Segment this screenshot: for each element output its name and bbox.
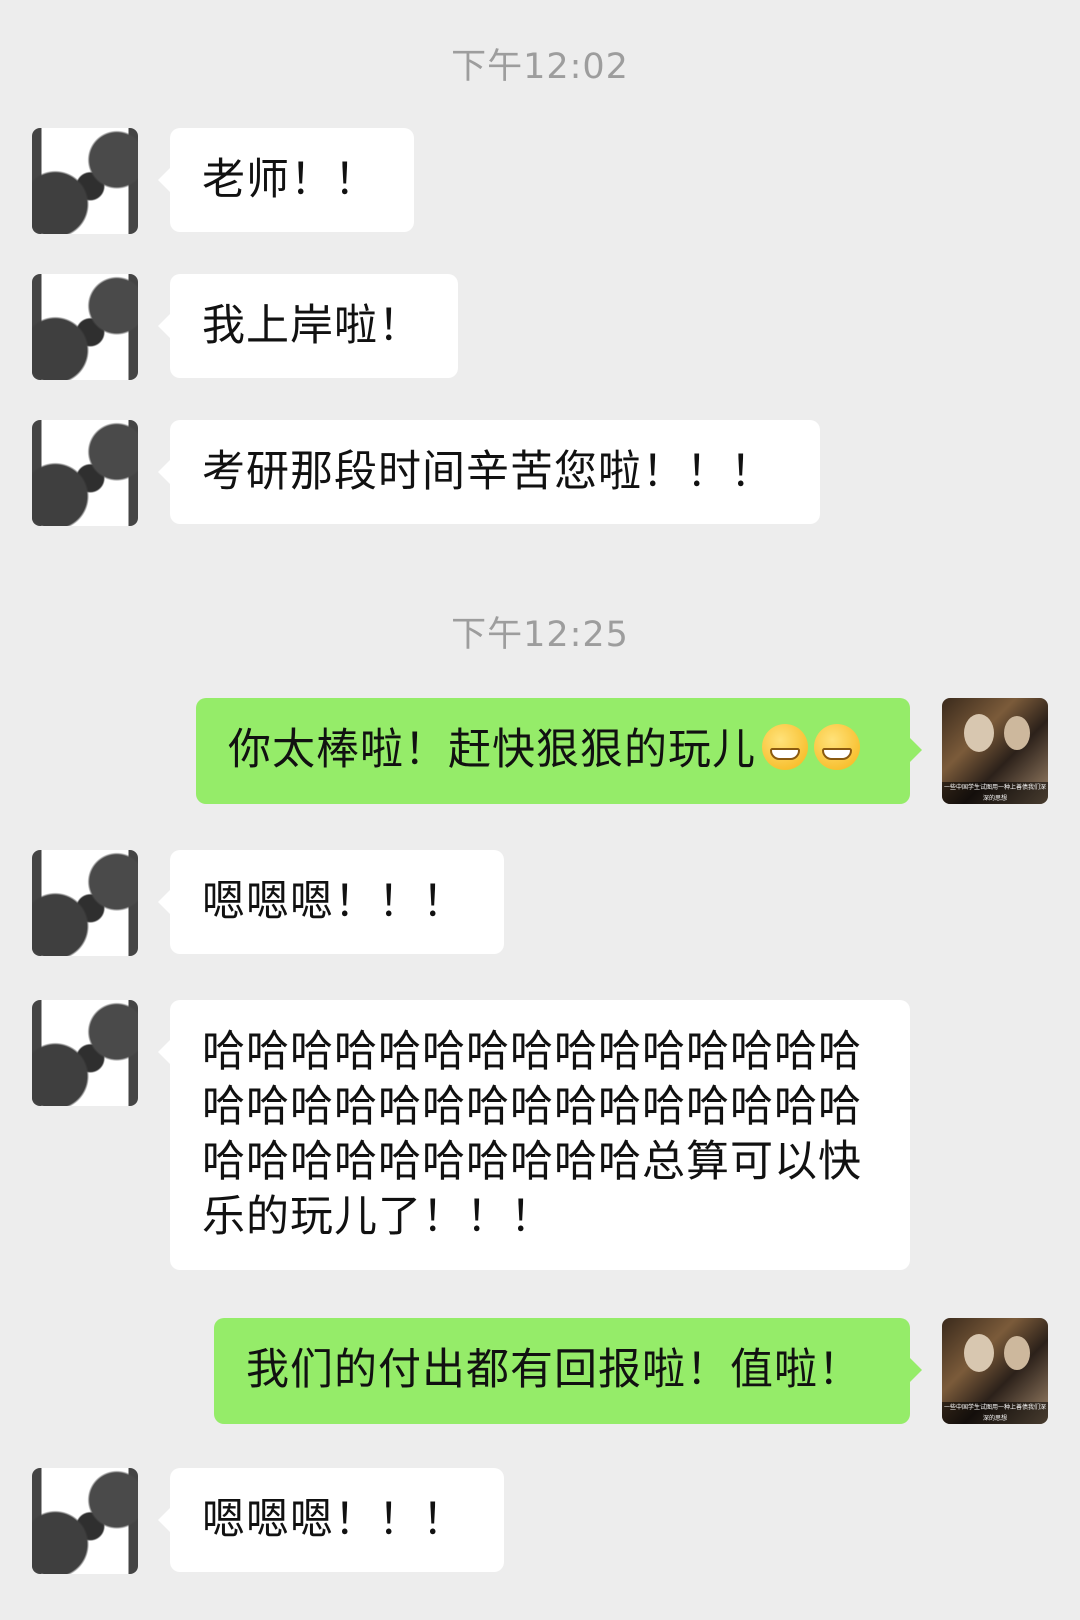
grin-emoji [814,724,860,770]
contact-avatar[interactable] [32,1000,138,1106]
grin-emoji [762,724,808,770]
avatar-figure [964,714,994,752]
message-text: 我们的付出都有回报啦！值啦！ [246,1345,862,1395]
contact-avatar[interactable] [32,274,138,380]
timestamp: 下午12:25 [451,615,629,655]
message-text: 我上岸啦！ [202,301,422,351]
message-text: 嗯嗯嗯！！！ [202,1495,466,1545]
message-bubble-outgoing[interactable]: 我们的付出都有回报啦！值啦！ [214,1318,922,1424]
contact-avatar[interactable] [32,420,138,526]
message-text: 嗯嗯嗯！！！ [202,877,466,927]
message-bubble-outgoing[interactable]: 你太棒啦！赶快狠狠的玩儿 [196,698,922,804]
contact-avatar[interactable] [32,1468,138,1574]
avatar-figure [1004,716,1030,750]
message-text: 老师！！ [202,155,378,205]
my-avatar[interactable]: 一些中国学生试图用一种上善债我们深深的思想 [942,698,1048,804]
message-text: 考研那段时间辛苦您啦！！！ [202,447,774,497]
avatar-figure [1004,1336,1030,1370]
avatar-caption: 一些中国学生试图用一种上善债我们深深的思想 [942,782,1048,804]
message-bubble-incoming[interactable]: 考研那段时间辛苦您啦！！！ [158,420,820,524]
message-bubble-incoming[interactable]: 嗯嗯嗯！！！ [158,1468,504,1572]
timestamp: 下午12:02 [451,47,629,87]
message-bubble-incoming[interactable]: 嗯嗯嗯！！！ [158,850,504,954]
my-avatar[interactable]: 一些中国学生试图用一种上善债我们深深的思想 [942,1318,1048,1424]
avatar-figure [964,1334,994,1372]
message-text: 你太棒啦！赶快狠狠的玩儿 [228,725,756,775]
message-bubble-incoming[interactable]: 哈哈哈哈哈哈哈哈哈哈哈哈哈哈哈哈哈哈哈哈哈哈哈哈哈哈哈哈哈哈哈哈哈哈哈哈哈哈哈哈… [158,1000,910,1270]
message-bubble-incoming[interactable]: 我上岸啦！ [158,274,458,378]
contact-avatar[interactable] [32,850,138,956]
avatar-caption: 一些中国学生试图用一种上善债我们深深的思想 [942,1402,1048,1424]
message-bubble-incoming[interactable]: 老师！！ [158,128,414,232]
message-text: 哈哈哈哈哈哈哈哈哈哈哈哈哈哈哈哈哈哈哈哈哈哈哈哈哈哈哈哈哈哈哈哈哈哈哈哈哈哈哈哈… [202,1027,862,1242]
contact-avatar[interactable] [32,128,138,234]
